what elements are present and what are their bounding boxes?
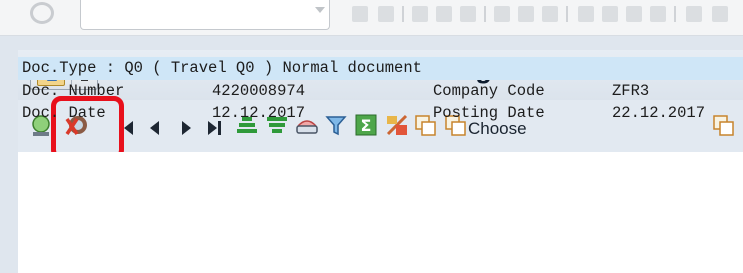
shortcut-icon[interactable] [712,6,728,22]
first-page-icon[interactable] [578,6,594,22]
details-button[interactable] [712,114,736,142]
back-nav-icon[interactable] [412,6,428,22]
previous-item-button[interactable] [150,114,162,142]
details-icon [713,115,734,136]
command-field[interactable] [80,0,330,30]
total-button[interactable]: Σ [355,114,377,142]
next-item-button[interactable] [182,114,194,142]
last-page-icon[interactable] [650,6,666,22]
next-page-icon[interactable] [626,6,642,22]
last-icon [208,121,217,135]
separator [674,6,676,22]
sum-icon: Σ [355,114,377,136]
subtotal-button[interactable] [386,114,408,142]
next-icon [182,121,191,135]
enter-icon[interactable] [30,2,54,24]
first-icon [124,121,133,135]
doc-number-label: Doc. Number [22,82,125,100]
chevron-down-icon[interactable] [315,7,325,13]
exit-icon[interactable] [436,6,452,22]
save-icon[interactable] [378,6,394,22]
doc-date-label: Doc. Date [22,104,106,122]
separator [566,6,568,22]
doc-date-value: 12.12.2017 [212,104,306,122]
find-icon[interactable] [518,6,534,22]
subtotal-icon [386,114,408,136]
posting-date-label: Posting Date [433,104,545,122]
doc-type-line: Doc.Type : Q0 ( Travel Q0 ) Normal docum… [22,59,422,77]
system-toolbar [0,0,743,36]
last-bar-icon [218,121,221,135]
previous-page-icon[interactable] [602,6,618,22]
document-list [18,152,743,273]
back-icon[interactable] [352,6,368,22]
cancel-icon[interactable] [460,6,476,22]
choose-label: Choose [468,119,527,138]
find-next-icon[interactable] [542,6,558,22]
separator [402,6,404,22]
company-code-value: ZFR3 [612,82,650,100]
svg-text:Σ: Σ [361,116,372,135]
company-code-label: Company Code [433,82,545,100]
print-icon[interactable] [494,6,510,22]
filter-button[interactable] [325,114,347,142]
filter-icon [325,116,347,136]
new-session-icon[interactable] [686,6,702,22]
previous-icon [150,121,159,135]
posting-date-value: 22.12.2017 [612,104,706,122]
separator [484,6,486,22]
doc-number-value: 4220008974 [212,82,306,100]
